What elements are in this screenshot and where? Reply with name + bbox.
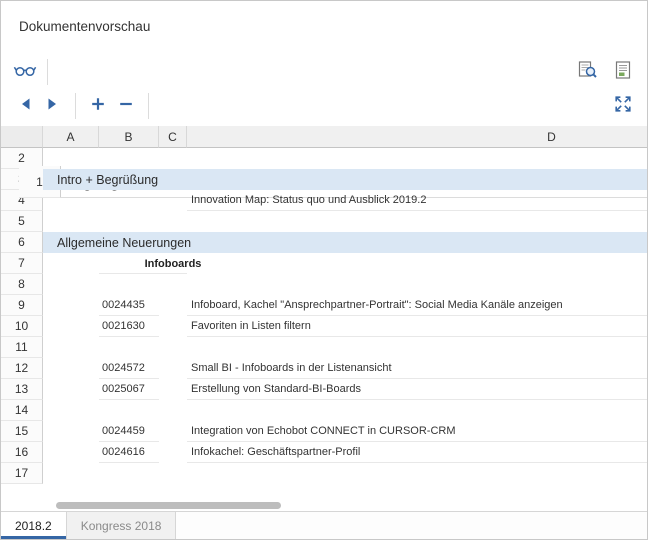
row-header[interactable]: 17 [1,463,43,484]
grid-row: 11 [1,337,647,358]
cell-description: Integration von Echobot CONNECT in CURSO… [187,421,647,442]
tab-2018.2[interactable]: 2018.2 [1,512,67,539]
cell-ticket-id: 0024616 [99,442,159,463]
grid-row: 15 0024459 Integration von Echobot CONNECT… [1,421,647,442]
previous-page-button[interactable] [11,92,39,120]
row-cells: 0021630 Favoriten in Listen filtern [43,316,647,337]
row-header[interactable]: 10 [1,316,43,337]
row-header[interactable]: 8 [1,274,43,295]
toolbar-separator [148,93,149,119]
cell-ticket-id: 0024459 [99,421,159,442]
grid-row: 17 [1,463,647,484]
grid-rows: 1Highlights 2019.223Intro + Begrüßung4In… [1,148,647,511]
grid-row: 13 0025067 Erstellung von Standard-BI-Boar… [1,379,647,400]
row-header[interactable]: 11 [1,337,43,358]
cell-description: Infokachel: Geschäftspartner-Profil [187,442,647,463]
grid-corner-cell[interactable] [1,126,43,148]
column-header-row: ABCD [1,126,647,148]
row-header[interactable]: 7 [1,253,43,274]
toolbar-navigation [11,92,637,120]
row-header[interactable]: 15 [1,421,43,442]
column-header-a[interactable]: A [43,126,99,148]
row-header[interactable]: 6 [1,232,43,253]
row-cells [43,148,647,169]
grid-row: 10 0021630 Favoriten in Listen filtern [1,316,647,337]
cell-description: Favoriten in Listen filtern [187,316,647,337]
grid-row: 8 [1,274,647,295]
cell-section-heading: Allgemeine Neuerungen [43,236,191,250]
spreadsheet-preview: ABCD 1Highlights 2019.223Intro + Begrüßu… [1,126,647,511]
cell-subheading: Infoboards [145,258,202,270]
cell-ticket-id: 0025067 [99,379,159,400]
magnifier-document-icon [578,61,597,84]
row-cells [43,337,647,358]
grid-row: 5 [1,211,647,232]
grid-row: 14 [1,400,647,421]
preview-toggle-button[interactable] [11,58,39,86]
scrollbar-thumb[interactable] [56,502,281,509]
row-header[interactable]: 14 [1,400,43,421]
row-cells: 0024572 Small BI - Infoboards in der List… [43,358,647,379]
row-cells: 0024435 Infoboard, Kachel "Ansprechpartne… [43,295,647,316]
row-cells [43,463,647,484]
cell-ticket-id: 0021630 [99,316,159,337]
page-title: Dokumentenvorschau [19,19,150,34]
row-header[interactable]: 16 [1,442,43,463]
column-header-b[interactable]: B [99,126,159,148]
glasses-icon [13,62,37,83]
grid-row: 9 0024435 Infoboard, Kachel "Ansprechpartn… [1,295,647,316]
cell-description: Erstellung von Standard-BI-Boards [187,379,647,400]
minus-icon [118,96,134,117]
row-header[interactable]: 5 [1,211,43,232]
row-cells: Innovation Map: Status quo und Ausblick … [43,190,647,211]
zoom-preview-button[interactable] [573,58,601,86]
grid-row: 7 Infoboards [1,253,647,274]
toolbar-separator [75,93,76,119]
toolbar-primary [11,58,637,86]
toolbar-separator [47,59,48,85]
column-header-d[interactable]: D [187,126,647,148]
zoom-out-button[interactable] [112,92,140,120]
grid-row: 12 0024572 Small BI - Infoboards in der Li… [1,358,647,379]
grid-row: 2 [1,148,647,169]
row-cells: 0025067 Erstellung von Standard-BI-Boards [43,379,647,400]
cell-ticket-id: 0024435 [99,295,159,316]
row-cells: Allgemeine Neuerungen [43,232,647,253]
plus-icon [90,96,106,117]
grid-row: 16 0024616 Infokachel: Geschäftspartner-Pr… [1,442,647,463]
tab-kongress-2018[interactable]: Kongress 2018 [67,512,177,539]
grid-row: 4Innovation Map: Status quo und Ausblick… [1,190,647,211]
row-cells [43,400,647,421]
row-cells: 0024616 Infokachel: Geschäftspartner-Prof… [43,442,647,463]
horizontal-scrollbar[interactable] [43,501,647,510]
row-cells [43,211,647,232]
row-header[interactable]: 12 [1,358,43,379]
document-report-icon [615,61,631,84]
cell-description: Innovation Map: Status quo und Ausblick … [187,190,647,211]
row-cells: 0024459 Integration von Echobot CONNECT i… [43,421,647,442]
cell-ticket-id [99,190,159,211]
cell-section-heading: Intro + Begrüßung [43,173,158,187]
report-view-button[interactable] [609,58,637,86]
zoom-in-button[interactable] [84,92,112,120]
cell-description: Small BI - Infoboards in der Listenansic… [187,358,647,379]
dokumentenvorschau-window: Dokumentenvorschau [0,0,648,540]
expand-arrows-icon [613,94,633,119]
grid-row: 3Intro + Begrüßung [1,169,647,190]
fullscreen-button[interactable] [609,92,637,120]
row-cells: Intro + Begrüßung [43,169,647,190]
column-header-c[interactable]: C [159,126,187,148]
triangle-left-icon [19,97,31,116]
cell-description: Infoboard, Kachel "Ansprechpartner-Portr… [187,295,647,316]
sheet-tab-bar: 2018.2Kongress 2018 [1,511,647,539]
next-page-button[interactable] [39,92,67,120]
cell-ticket-id: 0024572 [99,358,159,379]
row-cells [43,274,647,295]
row-header[interactable]: 9 [1,295,43,316]
row-cells: Infoboards [43,253,647,274]
row-header[interactable]: 13 [1,379,43,400]
grid-row: 6Allgemeine Neuerungen [1,232,647,253]
triangle-right-icon [47,97,59,116]
